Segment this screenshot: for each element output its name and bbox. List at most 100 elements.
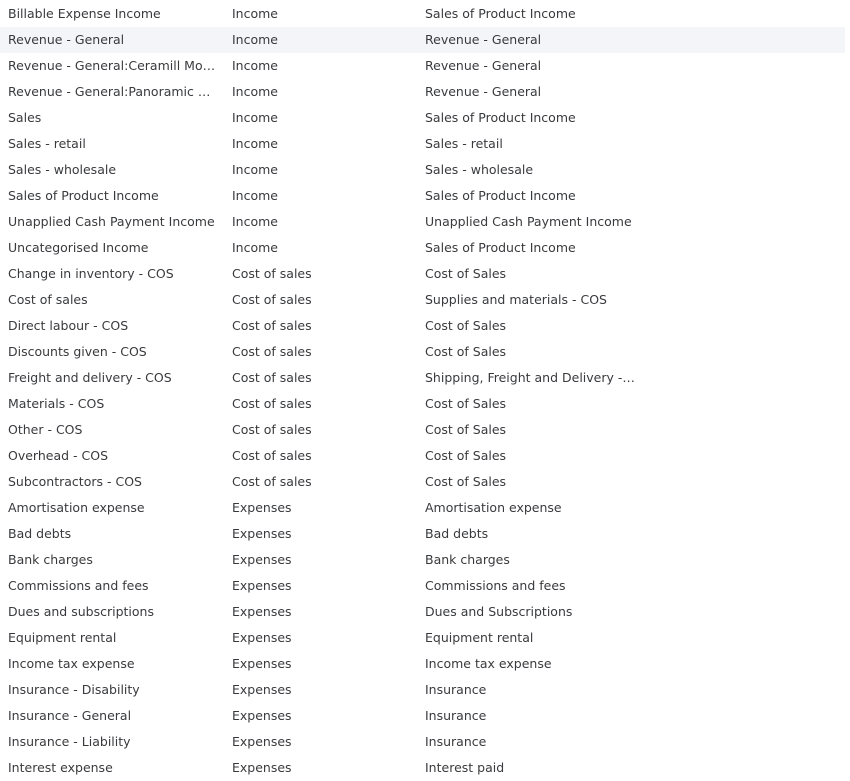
- account-type-cell: Expenses: [232, 500, 292, 515]
- table-row[interactable]: Direct labour - COS Cost of sales Cost of …: [0, 313, 845, 339]
- table-row[interactable]: Bank charges Expenses Bank charges: [0, 547, 845, 573]
- account-type-cell: Income: [232, 214, 278, 229]
- table-row[interactable]: Insurance - Disability Expenses Insurance: [0, 677, 845, 703]
- account-name-cell: Bank charges: [8, 552, 93, 567]
- account-name-cell: Overhead - COS: [8, 448, 109, 463]
- detail-type-cell: Cost of Sales: [425, 448, 507, 463]
- table-row[interactable]: Insurance - Liability Expenses Insurance: [0, 729, 845, 755]
- account-type-cell: Expenses: [232, 578, 292, 593]
- account-type-cell: Income: [232, 6, 278, 21]
- account-name-cell: Commissions and fees: [8, 578, 149, 593]
- account-name-cell: Other - COS: [8, 422, 83, 437]
- table-row[interactable]: Change in inventory - COS Cost of sales Co…: [0, 261, 845, 287]
- table-row[interactable]: Discounts given - COS Cost of sales Cost o…: [0, 339, 845, 365]
- detail-type-cell: Sales of Product Income: [425, 188, 576, 203]
- account-name-cell: Interest expense: [8, 760, 113, 775]
- detail-type-cell: Interest paid: [425, 760, 505, 775]
- account-type-cell: Expenses: [232, 630, 292, 645]
- detail-type-cell: Sales of Product Income: [425, 240, 576, 255]
- account-name-cell: Insurance - Liability: [8, 734, 131, 749]
- detail-type-cell: Revenue - General: [425, 58, 542, 73]
- account-type-cell: Cost of sales: [232, 370, 312, 385]
- account-type-cell: Cost of sales: [232, 266, 312, 281]
- account-type-cell: Income: [232, 240, 278, 255]
- account-type-cell: Cost of sales: [232, 344, 312, 359]
- account-type-cell: Income: [232, 110, 278, 125]
- detail-type-cell: Sales - retail: [425, 136, 503, 151]
- table-row[interactable]: Uncategorised Income Income Sales of Produ…: [0, 235, 845, 261]
- detail-type-cell: Cost of Sales: [425, 422, 507, 437]
- table-row[interactable]: Revenue - General:Panoramic d… Income Reve…: [0, 79, 845, 105]
- table-row[interactable]: Other - COS Cost of sales Cost of Sales: [0, 417, 845, 443]
- detail-type-cell: Unapplied Cash Payment Income: [425, 214, 632, 229]
- detail-type-cell: Income tax expense: [425, 656, 552, 671]
- account-name-cell: Bad debts: [8, 526, 72, 541]
- table-row[interactable]: Bad debts Expenses Bad debts: [0, 521, 845, 547]
- detail-type-cell: Bad debts: [425, 526, 489, 541]
- table-row[interactable]: Equipment rental Expenses Equipment rental: [0, 625, 845, 651]
- account-name-cell: Billable Expense Income: [8, 6, 161, 21]
- detail-type-cell: Equipment rental: [425, 630, 534, 645]
- table-row[interactable]: Billable Expense Income Income Sales of Pr…: [0, 1, 845, 27]
- table-row[interactable]: Unapplied Cash Payment Income Income Unapp…: [0, 209, 845, 235]
- table-row[interactable]: Amortisation expense Expenses Amortisation…: [0, 495, 845, 521]
- account-name-cell: Sales: [8, 110, 42, 125]
- account-type-cell: Income: [232, 162, 278, 177]
- account-type-cell: Cost of sales: [232, 396, 312, 411]
- table-row[interactable]: Freight and delivery - COS Cost of sales S…: [0, 365, 845, 391]
- table-row[interactable]: Sales of Product Income Income Sales of Pr…: [0, 183, 845, 209]
- account-type-cell: Expenses: [232, 708, 292, 723]
- account-type-cell: Income: [232, 188, 278, 203]
- detail-type-cell: Supplies and materials - COS: [425, 292, 607, 307]
- account-name-cell: Revenue - General: [8, 32, 125, 47]
- table-row[interactable]: Dues and subscriptions Expenses Dues and S…: [0, 599, 845, 625]
- account-name-cell: Sales of Product Income: [8, 188, 159, 203]
- account-name-cell: Amortisation expense: [8, 500, 145, 515]
- table-body: Billable Expense Income Income Sales of Pr…: [0, 1, 845, 781]
- account-type-cell: Income: [232, 32, 278, 47]
- account-type-cell: Expenses: [232, 760, 292, 775]
- account-name-cell: Direct labour - COS: [8, 318, 129, 333]
- account-type-cell: Expenses: [232, 682, 292, 697]
- table-row[interactable]: Insurance - General Expenses Insurance: [0, 703, 845, 729]
- account-name-cell: Revenue - General:Ceramill Mot…: [8, 58, 220, 73]
- detail-type-cell: Dues and Subscriptions: [425, 604, 573, 619]
- account-name-cell: Insurance - General: [8, 708, 132, 723]
- table-row[interactable]: Materials - COS Cost of sales Cost of Sale…: [0, 391, 845, 417]
- account-name-cell: Change in inventory - COS: [8, 266, 174, 281]
- detail-type-cell: Cost of Sales: [425, 474, 507, 489]
- account-type-cell: Income: [232, 136, 278, 151]
- account-name-cell: Income tax expense: [8, 656, 135, 671]
- account-name-cell: Subcontractors - COS: [8, 474, 142, 489]
- account-name-cell: Sales - retail: [8, 136, 86, 151]
- detail-type-cell: Shipping, Freight and Delivery - …: [425, 370, 635, 385]
- detail-type-cell: Insurance: [425, 682, 487, 697]
- table-row[interactable]: Subcontractors - COS Cost of sales Cost of…: [0, 469, 845, 495]
- table-row[interactable]: Sales - wholesale Income Sales - wholesale: [0, 157, 845, 183]
- table-row[interactable]: Sales - retail Income Sales - retail: [0, 131, 845, 157]
- account-name-cell: Revenue - General:Panoramic d…: [8, 84, 219, 99]
- table-row[interactable]: Sales Income Sales of Product Income: [0, 105, 845, 131]
- detail-type-cell: Sales of Product Income: [425, 110, 576, 125]
- account-type-cell: Income: [232, 58, 278, 73]
- detail-type-cell: Amortisation expense: [425, 500, 562, 515]
- account-type-cell: Expenses: [232, 656, 292, 671]
- table-row[interactable]: Revenue - General Income Revenue - General: [0, 27, 845, 53]
- account-type-cell: Cost of sales: [232, 474, 312, 489]
- table-row[interactable]: Commissions and fees Expenses Commissions …: [0, 573, 845, 599]
- detail-type-cell: Bank charges: [425, 552, 510, 567]
- table-row[interactable]: Interest expense Expenses Interest paid: [0, 755, 845, 781]
- table-row[interactable]: Income tax expense Expenses Income tax exp…: [0, 651, 845, 677]
- detail-type-cell: Commissions and fees: [425, 578, 566, 593]
- table-row[interactable]: Overhead - COS Cost of sales Cost of Sales: [0, 443, 845, 469]
- account-name-cell: Uncategorised Income: [8, 240, 149, 255]
- account-name-cell: Unapplied Cash Payment Income: [8, 214, 215, 229]
- account-type-cell: Income: [232, 84, 278, 99]
- table-row[interactable]: Revenue - General:Ceramill Mot… Income Rev…: [0, 53, 845, 79]
- account-type-cell: Cost of sales: [232, 292, 312, 307]
- table-row[interactable]: Cost of sales Cost of sales Supplies and m…: [0, 287, 845, 313]
- detail-type-cell: Cost of Sales: [425, 396, 507, 411]
- account-name-cell: Freight and delivery - COS: [8, 370, 172, 385]
- account-name-cell: Insurance - Disability: [8, 682, 140, 697]
- account-type-cell: Expenses: [232, 734, 292, 749]
